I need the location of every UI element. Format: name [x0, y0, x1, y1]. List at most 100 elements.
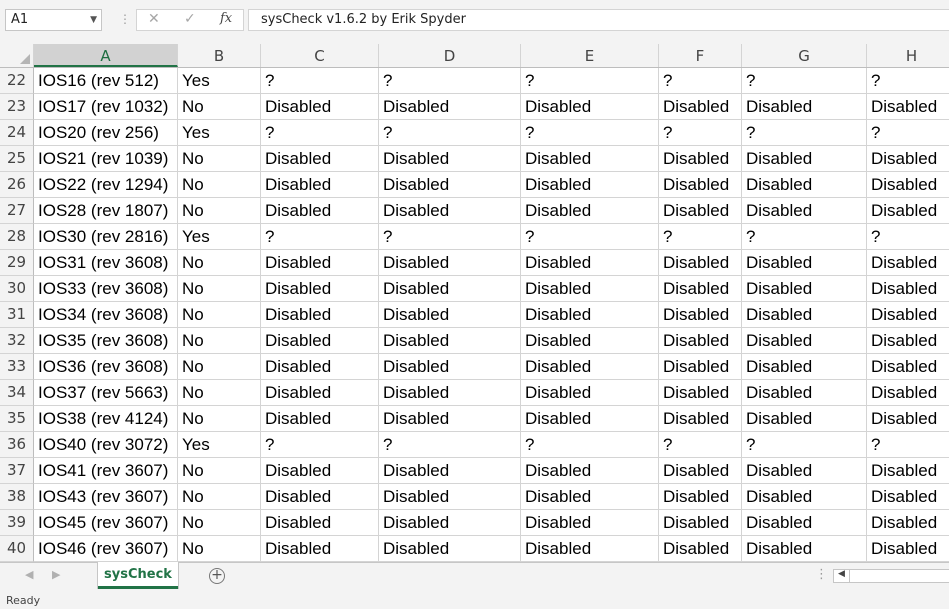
- cell-f24[interactable]: ?: [659, 120, 742, 146]
- cell-c36[interactable]: ?: [261, 432, 379, 458]
- row-header[interactable]: 31: [0, 302, 34, 328]
- row-header[interactable]: 39: [0, 510, 34, 536]
- row-header[interactable]: 24: [0, 120, 34, 146]
- cell-f35[interactable]: Disabled: [659, 406, 742, 432]
- cell-g36[interactable]: ?: [742, 432, 867, 458]
- cell-c24[interactable]: ?: [261, 120, 379, 146]
- cell-g34[interactable]: Disabled: [742, 380, 867, 406]
- cell-b34[interactable]: No: [178, 380, 261, 406]
- cell-g37[interactable]: Disabled: [742, 458, 867, 484]
- cell-h36[interactable]: ?: [867, 432, 949, 458]
- cell-c26[interactable]: Disabled: [261, 172, 379, 198]
- cell-d33[interactable]: Disabled: [379, 354, 521, 380]
- cell-d22[interactable]: ?: [379, 68, 521, 94]
- cell-g24[interactable]: ?: [742, 120, 867, 146]
- cell-e36[interactable]: ?: [521, 432, 659, 458]
- cell-d27[interactable]: Disabled: [379, 198, 521, 224]
- cell-f23[interactable]: Disabled: [659, 94, 742, 120]
- cell-h22[interactable]: ?: [867, 68, 949, 94]
- cell-e25[interactable]: Disabled: [521, 146, 659, 172]
- cell-e39[interactable]: Disabled: [521, 510, 659, 536]
- cell-c32[interactable]: Disabled: [261, 328, 379, 354]
- cell-h38[interactable]: Disabled: [867, 484, 949, 510]
- cell-e40[interactable]: Disabled: [521, 536, 659, 562]
- scroll-left-icon[interactable]: ◀: [838, 569, 845, 579]
- cell-h25[interactable]: Disabled: [867, 146, 949, 172]
- insert-function-icon[interactable]: fx: [220, 11, 232, 26]
- select-all-button[interactable]: [0, 44, 34, 67]
- cell-c33[interactable]: Disabled: [261, 354, 379, 380]
- cell-c23[interactable]: Disabled: [261, 94, 379, 120]
- cell-d36[interactable]: ?: [379, 432, 521, 458]
- cell-f28[interactable]: ?: [659, 224, 742, 250]
- row-header[interactable]: 38: [0, 484, 34, 510]
- row-header[interactable]: 29: [0, 250, 34, 276]
- cell-d28[interactable]: ?: [379, 224, 521, 250]
- column-header-h[interactable]: H: [867, 44, 949, 67]
- scrollbar-thumb[interactable]: [849, 570, 949, 582]
- cell-c31[interactable]: Disabled: [261, 302, 379, 328]
- cell-g40[interactable]: Disabled: [742, 536, 867, 562]
- cell-b24[interactable]: Yes: [178, 120, 261, 146]
- cell-e30[interactable]: Disabled: [521, 276, 659, 302]
- column-header-g[interactable]: G: [742, 44, 867, 67]
- cell-g33[interactable]: Disabled: [742, 354, 867, 380]
- cell-e33[interactable]: Disabled: [521, 354, 659, 380]
- column-header-e[interactable]: E: [521, 44, 659, 67]
- cell-b22[interactable]: Yes: [178, 68, 261, 94]
- cell-c38[interactable]: Disabled: [261, 484, 379, 510]
- row-header[interactable]: 30: [0, 276, 34, 302]
- cell-h31[interactable]: Disabled: [867, 302, 949, 328]
- cell-h30[interactable]: Disabled: [867, 276, 949, 302]
- cell-f39[interactable]: Disabled: [659, 510, 742, 536]
- cell-f33[interactable]: Disabled: [659, 354, 742, 380]
- row-header[interactable]: 34: [0, 380, 34, 406]
- cell-a29[interactable]: IOS31 (rev 3608): [34, 250, 178, 276]
- cell-f27[interactable]: Disabled: [659, 198, 742, 224]
- cell-f30[interactable]: Disabled: [659, 276, 742, 302]
- cell-b28[interactable]: Yes: [178, 224, 261, 250]
- cell-e38[interactable]: Disabled: [521, 484, 659, 510]
- cell-b26[interactable]: No: [178, 172, 261, 198]
- cell-c39[interactable]: Disabled: [261, 510, 379, 536]
- row-header[interactable]: 28: [0, 224, 34, 250]
- cell-h24[interactable]: ?: [867, 120, 949, 146]
- cell-c34[interactable]: Disabled: [261, 380, 379, 406]
- cell-c40[interactable]: Disabled: [261, 536, 379, 562]
- cell-b30[interactable]: No: [178, 276, 261, 302]
- cell-a32[interactable]: IOS35 (rev 3608): [34, 328, 178, 354]
- cell-h33[interactable]: Disabled: [867, 354, 949, 380]
- cell-a35[interactable]: IOS38 (rev 4124): [34, 406, 178, 432]
- cell-b27[interactable]: No: [178, 198, 261, 224]
- cell-e35[interactable]: Disabled: [521, 406, 659, 432]
- cell-h29[interactable]: Disabled: [867, 250, 949, 276]
- cell-g32[interactable]: Disabled: [742, 328, 867, 354]
- cell-d30[interactable]: Disabled: [379, 276, 521, 302]
- cell-a30[interactable]: IOS33 (rev 3608): [34, 276, 178, 302]
- row-header[interactable]: 27: [0, 198, 34, 224]
- row-header[interactable]: 36: [0, 432, 34, 458]
- column-header-d[interactable]: D: [379, 44, 521, 67]
- cell-a23[interactable]: IOS17 (rev 1032): [34, 94, 178, 120]
- row-header[interactable]: 37: [0, 458, 34, 484]
- cell-e34[interactable]: Disabled: [521, 380, 659, 406]
- cell-g25[interactable]: Disabled: [742, 146, 867, 172]
- cell-e31[interactable]: Disabled: [521, 302, 659, 328]
- cell-d35[interactable]: Disabled: [379, 406, 521, 432]
- cell-c25[interactable]: Disabled: [261, 146, 379, 172]
- cell-b36[interactable]: Yes: [178, 432, 261, 458]
- cell-b38[interactable]: No: [178, 484, 261, 510]
- cell-g35[interactable]: Disabled: [742, 406, 867, 432]
- confirm-icon[interactable]: ✓: [184, 11, 196, 27]
- row-header[interactable]: 35: [0, 406, 34, 432]
- cell-e27[interactable]: Disabled: [521, 198, 659, 224]
- cell-e29[interactable]: Disabled: [521, 250, 659, 276]
- cell-h34[interactable]: Disabled: [867, 380, 949, 406]
- cell-a26[interactable]: IOS22 (rev 1294): [34, 172, 178, 198]
- cell-d29[interactable]: Disabled: [379, 250, 521, 276]
- cell-f31[interactable]: Disabled: [659, 302, 742, 328]
- row-header[interactable]: 32: [0, 328, 34, 354]
- cell-a24[interactable]: IOS20 (rev 256): [34, 120, 178, 146]
- cell-e28[interactable]: ?: [521, 224, 659, 250]
- row-header[interactable]: 26: [0, 172, 34, 198]
